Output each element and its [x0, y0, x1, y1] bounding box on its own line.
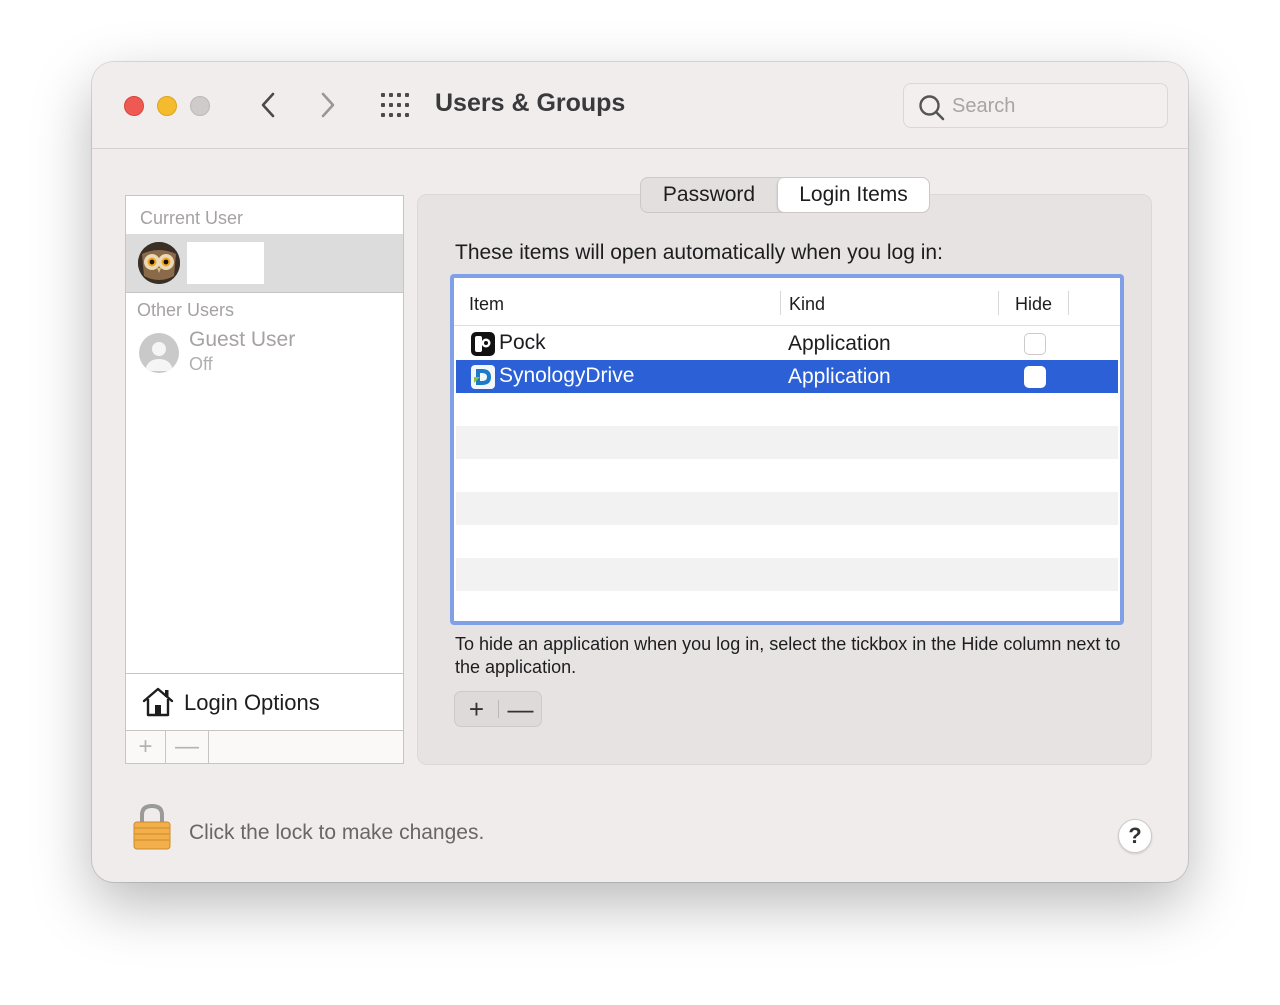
login-items-intro: These items will open automatically when… — [455, 241, 943, 264]
item-name: Pock — [499, 331, 546, 354]
column-divider — [1068, 291, 1069, 315]
forward-button[interactable] — [313, 90, 343, 120]
empty-row — [456, 525, 1118, 558]
toolbar: Users & Groups — [92, 62, 1188, 149]
item-kind: Application — [788, 332, 891, 355]
add-login-item-button[interactable]: + — [455, 692, 498, 726]
search-icon — [919, 95, 945, 121]
lock-icon[interactable] — [132, 803, 172, 851]
table-row[interactable]: SynologyDrive Application — [456, 360, 1118, 393]
guest-user-status: Off — [189, 354, 213, 374]
login-options-label: Login Options — [184, 690, 320, 715]
search-input[interactable] — [952, 90, 1157, 122]
owl-avatar-icon — [138, 242, 180, 284]
guest-avatar — [139, 333, 179, 373]
column-header-item[interactable]: Item — [469, 294, 504, 315]
empty-row — [456, 426, 1118, 459]
empty-row — [456, 393, 1118, 426]
hide-hint-text: To hide an application when you log in, … — [455, 634, 1121, 677]
add-remove-control: + — — [454, 691, 542, 727]
avatar — [138, 242, 180, 284]
add-user-button[interactable]: + — [126, 731, 166, 763]
remove-user-button[interactable]: — — [166, 731, 209, 763]
tab-password[interactable]: Password — [641, 178, 777, 212]
other-users-label: Other Users — [137, 300, 235, 320]
empty-row — [456, 591, 1118, 621]
window-title: Users & Groups — [435, 89, 626, 117]
hide-checkbox[interactable] — [1024, 333, 1046, 355]
item-name: SynologyDrive — [499, 364, 635, 387]
empty-row — [456, 558, 1118, 591]
close-window-button[interactable] — [124, 96, 144, 116]
empty-row — [456, 459, 1118, 492]
guest-user-name: Guest User — [189, 328, 296, 351]
minimize-window-button[interactable] — [157, 96, 177, 116]
system-preferences-window: Users & Groups Current User — [92, 62, 1188, 882]
current-user-name — [187, 242, 264, 284]
item-kind: Application — [788, 365, 891, 388]
divider — [126, 292, 403, 293]
column-divider — [998, 291, 999, 315]
house-icon — [142, 687, 174, 717]
column-header-kind[interactable]: Kind — [789, 294, 825, 315]
synology-drive-app-icon — [471, 365, 495, 389]
show-all-button[interactable] — [379, 91, 411, 119]
guest-user-row[interactable]: Guest User Off — [126, 324, 403, 380]
login-options-button[interactable]: Login Options — [126, 674, 403, 730]
search-field[interactable] — [903, 83, 1168, 128]
tab-bar: Password Login Items — [640, 177, 930, 213]
chevron-left-icon — [261, 92, 275, 118]
column-divider — [780, 291, 781, 315]
person-icon — [145, 342, 173, 371]
login-items-table[interactable]: Item Kind Hide Pock Application Synology… — [450, 274, 1124, 625]
help-button[interactable]: ? — [1118, 819, 1152, 853]
remove-login-item-button[interactable]: — — [499, 692, 542, 726]
chevron-right-icon — [321, 92, 335, 118]
table-row[interactable]: Pock Application — [456, 327, 1118, 360]
pock-app-icon — [471, 332, 495, 356]
zoom-window-button[interactable] — [190, 96, 210, 116]
back-button[interactable] — [253, 90, 283, 120]
tab-login-items[interactable]: Login Items — [777, 178, 929, 212]
sidebar-toolbar: + — — [126, 730, 403, 763]
lock-status-text: Click the lock to make changes. — [189, 821, 485, 844]
table-header: Item Kind Hide — [454, 278, 1120, 326]
hide-checkbox[interactable] — [1024, 366, 1046, 388]
empty-row — [456, 492, 1118, 525]
users-sidebar: Current User Other Users Guest User Off … — [125, 195, 404, 764]
column-header-hide[interactable]: Hide — [1015, 294, 1052, 315]
current-user-row[interactable] — [126, 234, 403, 292]
current-user-label: Current User — [140, 208, 244, 228]
grid-icon — [381, 93, 409, 117]
